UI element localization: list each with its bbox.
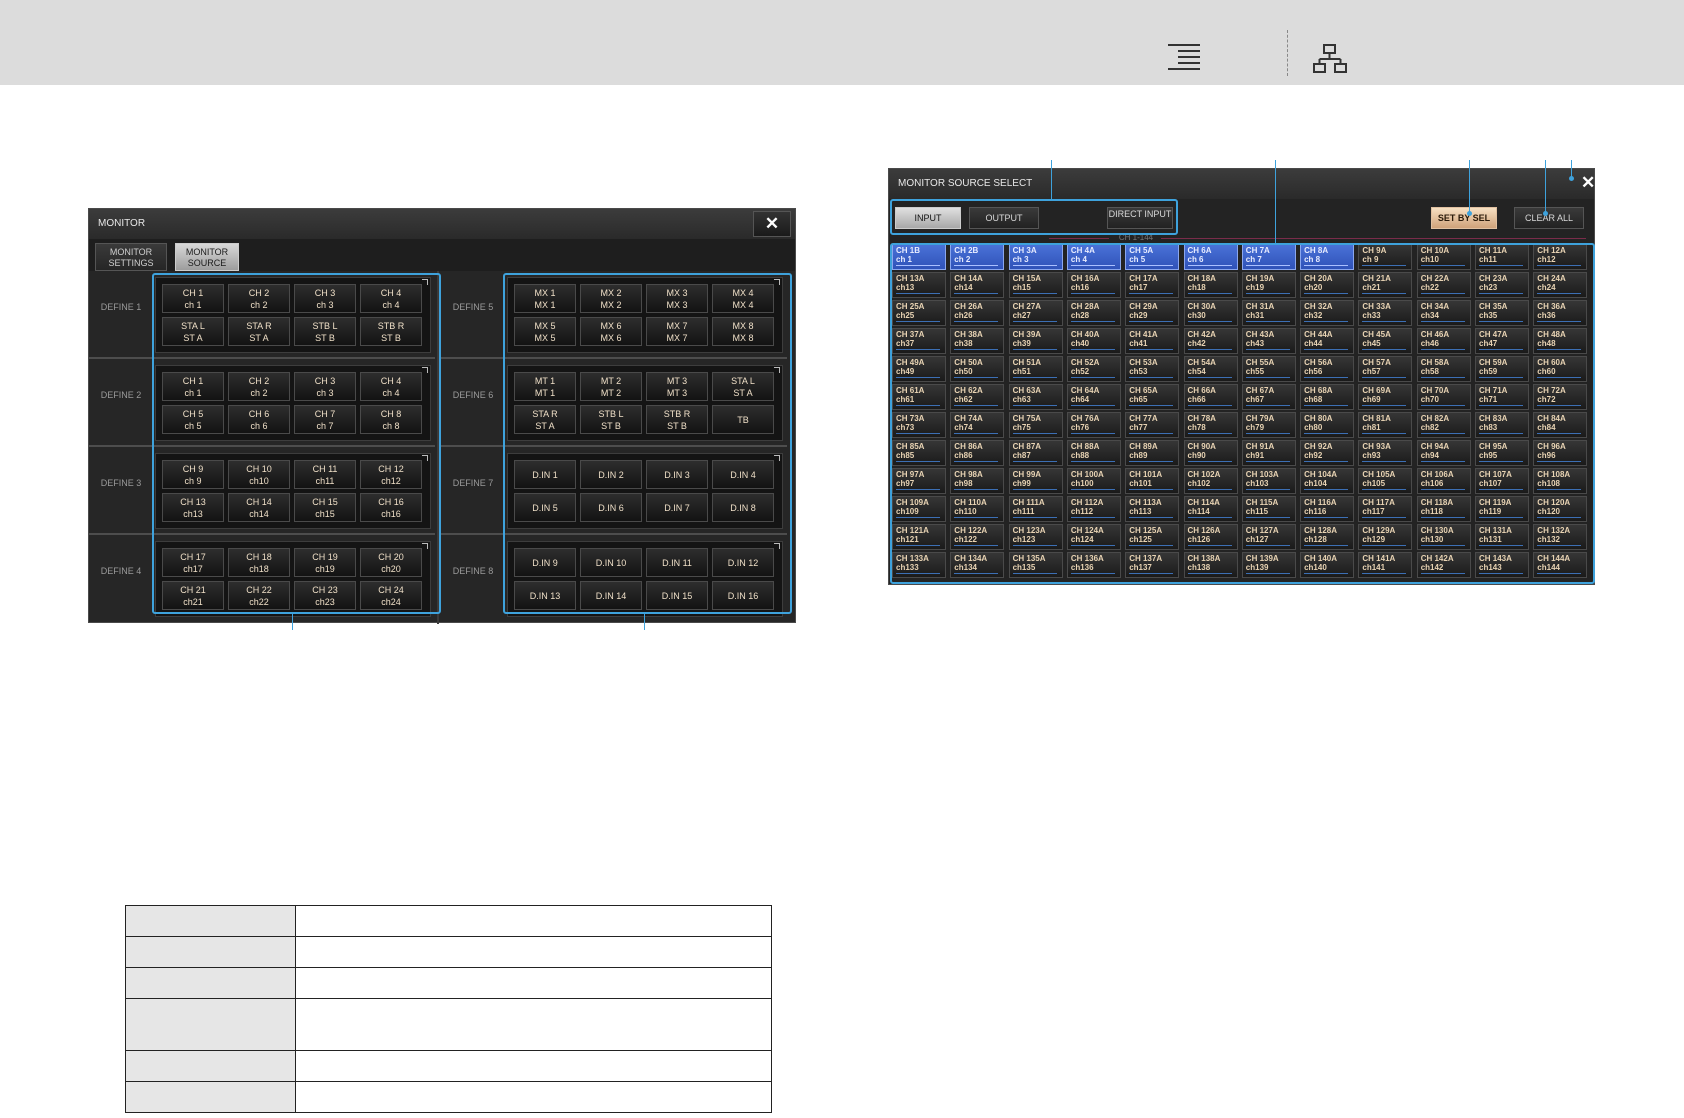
callout-line-grid xyxy=(1275,160,1276,244)
monitor-window-title: MONITOR xyxy=(89,209,795,239)
table-cell xyxy=(295,905,772,937)
define-label: DEFINE 3 xyxy=(100,478,142,488)
callout-line-set-by-sel xyxy=(1469,160,1470,214)
parameter-table xyxy=(125,905,772,1113)
tab-monitor-source[interactable]: MONITOR SOURCE xyxy=(175,243,239,271)
define-label: DEFINE 4 xyxy=(100,566,142,576)
list-indent-icon xyxy=(1168,44,1200,70)
table-cell xyxy=(125,1050,296,1082)
right-define-callout xyxy=(503,273,792,614)
table-row xyxy=(125,905,772,937)
table-cell xyxy=(125,998,296,1051)
callout-line-right-define xyxy=(644,614,645,630)
tab-group-callout xyxy=(890,199,1178,235)
header-divider xyxy=(1287,30,1288,76)
hierarchy-icon xyxy=(1313,44,1347,73)
table-row xyxy=(125,936,772,968)
clear-all-button[interactable]: CLEAR ALL xyxy=(1514,207,1584,229)
table-row xyxy=(125,1081,772,1113)
table-cell xyxy=(125,936,296,968)
source-select-close-button[interactable]: ✕ xyxy=(1581,171,1595,197)
define-label: DEFINE 1 xyxy=(100,302,142,312)
table-cell xyxy=(295,936,772,968)
define-label: DEFINE 5 xyxy=(452,302,494,312)
table-row xyxy=(125,1050,772,1082)
set-by-sel-button[interactable]: SET BY SEL xyxy=(1431,207,1497,229)
table-cell xyxy=(125,1081,296,1113)
channel-grid-callout xyxy=(890,243,1595,584)
callout-line-tabs xyxy=(1051,160,1052,200)
callout-dot-close xyxy=(1569,176,1574,181)
callout-dot-set-by-sel xyxy=(1467,211,1472,216)
range-line-right xyxy=(1161,238,1586,239)
callout-line-clear-all xyxy=(1545,160,1546,214)
left-define-callout xyxy=(152,273,441,614)
table-cell xyxy=(295,998,772,1051)
monitor-close-button[interactable]: ✕ xyxy=(753,211,791,237)
table-cell xyxy=(125,905,296,937)
table-cell xyxy=(295,967,772,999)
source-select-title: MONITOR SOURCE SELECT xyxy=(889,169,1594,199)
table-row xyxy=(125,967,772,999)
callout-dot-clear-all xyxy=(1543,211,1548,216)
range-line-left xyxy=(1049,238,1109,239)
table-row xyxy=(125,998,772,1051)
callout-line-left-define xyxy=(292,614,293,630)
define-label: DEFINE 8 xyxy=(452,566,494,576)
tab-monitor-settings[interactable]: MONITOR SETTINGS xyxy=(95,243,167,271)
top-header-bar xyxy=(0,0,1684,85)
define-label: DEFINE 7 xyxy=(452,478,494,488)
table-cell xyxy=(125,967,296,999)
table-cell xyxy=(295,1081,772,1113)
define-label: DEFINE 6 xyxy=(452,390,494,400)
define-label: DEFINE 2 xyxy=(100,390,142,400)
table-cell xyxy=(295,1050,772,1082)
